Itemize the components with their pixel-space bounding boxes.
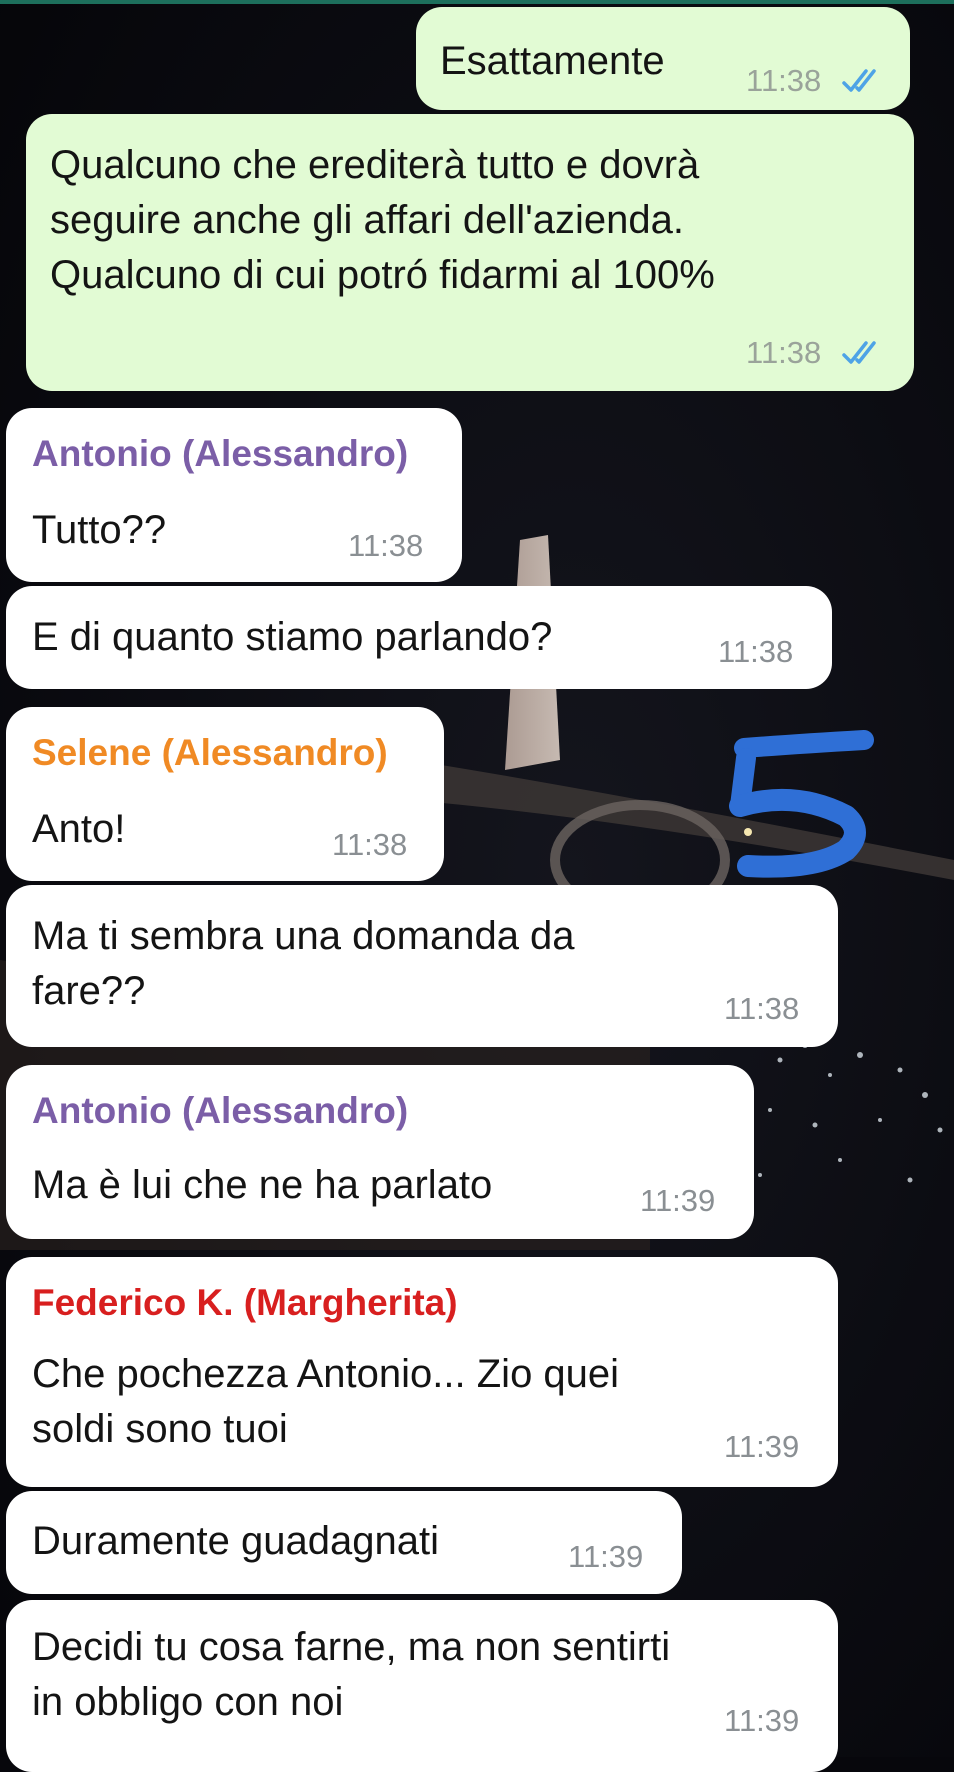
- message-text: Ma è lui che ne ha parlato: [32, 1163, 493, 1207]
- sender-name[interactable]: Selene (Alessandro): [32, 731, 388, 775]
- message-bubble-incoming[interactable]: Antonio (Alessandro) Tutto?? 11:38: [6, 408, 462, 582]
- message-bubble-incoming[interactable]: Ma ti sembra una domanda da fare?? 11:38: [6, 885, 838, 1047]
- message-text: Decidi tu cosa farne, ma non sentirti in…: [32, 1625, 671, 1724]
- message-time: 11:38: [724, 991, 800, 1026]
- message-time: 11:38: [332, 827, 408, 862]
- message-text: Che pochezza Antonio... Zio quei soldi s…: [32, 1352, 620, 1451]
- message-text: Qualcuno che erediterà tutto e dovrà seg…: [50, 143, 715, 297]
- message-text: Tutto??: [32, 508, 167, 552]
- sender-name[interactable]: Federico K. (Margherita): [32, 1281, 458, 1325]
- message-bubble-incoming[interactable]: Federico K. (Margherita) Che pochezza An…: [6, 1257, 838, 1487]
- message-time: 11:38: [746, 63, 822, 98]
- message-time: 11:39: [640, 1183, 716, 1218]
- message-bubble-incoming[interactable]: Antonio (Alessandro) Ma è lui che ne ha …: [6, 1065, 754, 1239]
- message-bubble-outgoing[interactable]: Qualcuno che erediterà tutto e dovrà seg…: [26, 114, 914, 391]
- message-text: Anto!: [32, 807, 126, 851]
- message-bubble-outgoing[interactable]: Esattamente 11:38: [416, 7, 910, 110]
- header-edge: [0, 0, 954, 4]
- message-time: 11:38: [348, 528, 424, 563]
- message-time: 11:39: [724, 1429, 800, 1464]
- message-text: Duramente guadagnati: [32, 1519, 439, 1563]
- message-text: E di quanto stiamo parlando?: [32, 615, 553, 659]
- handwritten-5-marker-icon: [729, 730, 874, 878]
- message-bubble-incoming[interactable]: Duramente guadagnati 11:39: [6, 1491, 682, 1594]
- read-double-check-icon: [842, 69, 876, 92]
- message-text: Esattamente: [440, 39, 665, 83]
- message-time: 11:39: [724, 1703, 800, 1738]
- sender-name[interactable]: Antonio (Alessandro): [32, 1089, 408, 1133]
- message-time: 11:38: [718, 634, 794, 669]
- message-time: 11:39: [568, 1539, 644, 1574]
- message-bubble-incoming[interactable]: Decidi tu cosa farne, ma non sentirti in…: [6, 1600, 838, 1772]
- message-bubble-incoming[interactable]: E di quanto stiamo parlando? 11:38: [6, 586, 832, 689]
- message-bubble-incoming[interactable]: Selene (Alessandro) Anto! 11:38: [6, 707, 444, 881]
- sender-name[interactable]: Antonio (Alessandro): [32, 432, 408, 476]
- read-double-check-icon: [842, 341, 876, 364]
- message-time: 11:38: [746, 335, 822, 370]
- message-text: Ma ti sembra una domanda da fare??: [32, 914, 575, 1013]
